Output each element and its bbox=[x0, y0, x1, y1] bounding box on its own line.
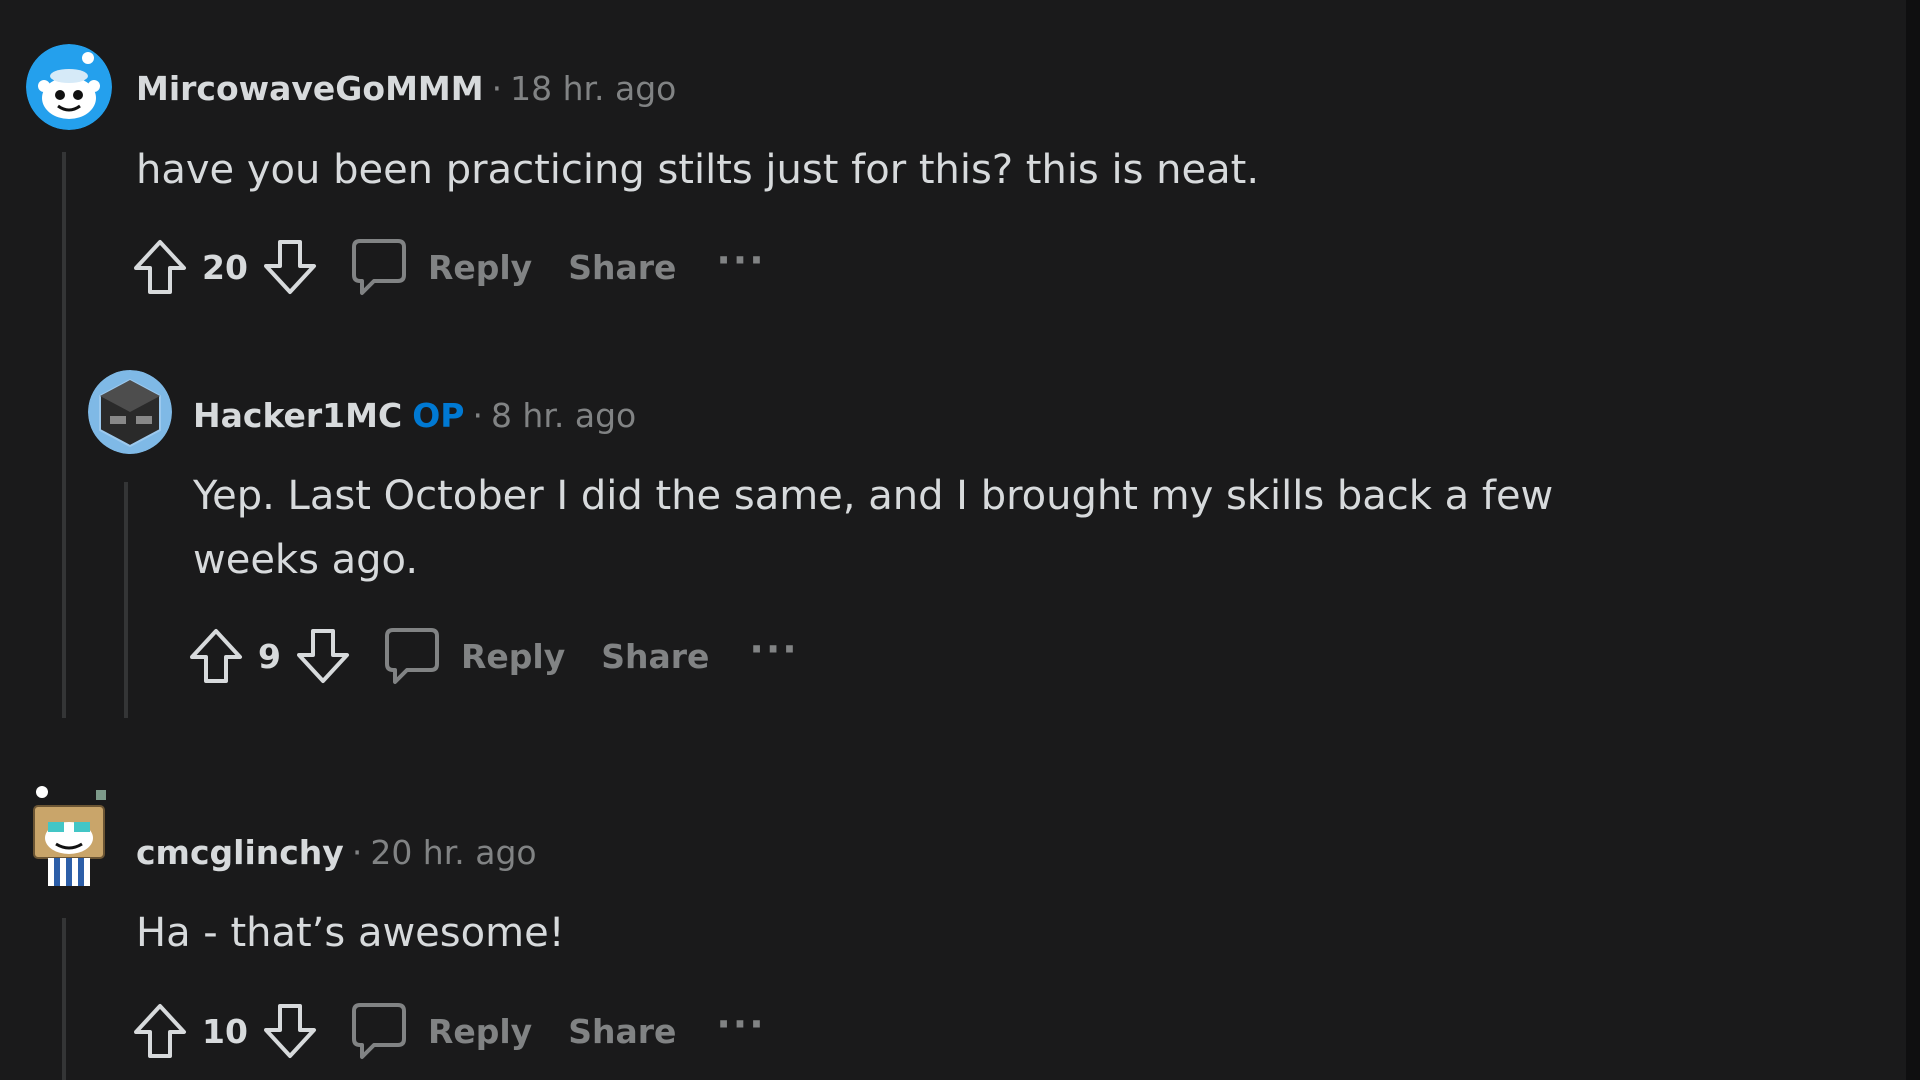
arrow-up-outline-icon bbox=[134, 240, 186, 294]
comment-meta: MircowaveGoMMM · 18 hr. ago bbox=[136, 69, 676, 109]
arrow-up-outline-icon bbox=[134, 1004, 186, 1058]
comment-body: Yep. Last October I did the same, and I … bbox=[193, 473, 1554, 583]
comment-body: Ha - that’s awesome! bbox=[136, 910, 565, 956]
arrow-down-outline-icon bbox=[263, 240, 316, 294]
comment-meta: Hacker1MC OP · 8 hr. ago bbox=[193, 396, 636, 436]
arrow-up-outline-icon bbox=[190, 629, 242, 683]
comment-meta: cmcglinchy · 20 hr. ago bbox=[136, 833, 537, 873]
speech-bubble-icon bbox=[351, 239, 406, 295]
meta-separator: · bbox=[472, 396, 483, 435]
author-name[interactable]: MircowaveGoMMM bbox=[136, 69, 484, 108]
vote-count: 20 bbox=[202, 247, 248, 287]
comment-actions: 10 Reply Share ··· bbox=[132, 999, 766, 1063]
downvote-button[interactable] bbox=[295, 627, 351, 685]
downvote-button[interactable] bbox=[262, 1002, 318, 1060]
reply-button[interactable]: Reply bbox=[350, 237, 532, 297]
thread-line-comment-1[interactable] bbox=[62, 152, 66, 718]
timestamp[interactable]: 8 hr. ago bbox=[491, 396, 636, 435]
more-options-button[interactable]: ··· bbox=[716, 1005, 765, 1043]
thread-line-comment-2[interactable] bbox=[124, 482, 128, 718]
avatar[interactable] bbox=[26, 44, 112, 130]
meta-separator: · bbox=[351, 833, 363, 872]
author-name[interactable]: Hacker1MC bbox=[193, 396, 402, 435]
timestamp[interactable]: 20 hr. ago bbox=[370, 833, 536, 872]
avatar[interactable] bbox=[88, 370, 172, 454]
share-button[interactable]: Share bbox=[601, 637, 709, 676]
vote-count: 10 bbox=[202, 1011, 248, 1051]
comment-actions: 20 Reply Share ··· bbox=[132, 235, 766, 299]
author-name[interactable]: cmcglinchy bbox=[136, 833, 344, 872]
upvote-button[interactable] bbox=[132, 238, 188, 296]
boxhead-avatar-icon bbox=[33, 786, 106, 886]
share-button[interactable]: Share bbox=[568, 248, 676, 287]
more-options-button[interactable]: ··· bbox=[716, 241, 765, 279]
comment-body: have you been practicing stilts just for… bbox=[136, 147, 1260, 193]
downvote-button[interactable] bbox=[262, 238, 318, 296]
snoo-avatar-icon bbox=[26, 44, 112, 130]
reply-label: Reply bbox=[427, 1011, 533, 1051]
upvote-button[interactable] bbox=[132, 1002, 188, 1060]
reply-button[interactable]: Reply bbox=[383, 626, 565, 686]
comment-actions: 9 Reply Share ··· bbox=[188, 624, 799, 688]
share-button[interactable]: Share bbox=[568, 1012, 676, 1051]
reply-label: Reply bbox=[460, 636, 566, 676]
meta-separator: · bbox=[491, 69, 503, 108]
timestamp[interactable]: 18 hr. ago bbox=[510, 69, 676, 108]
avatar[interactable] bbox=[26, 786, 112, 886]
scrollbar[interactable] bbox=[1906, 0, 1920, 1080]
speech-bubble-icon bbox=[384, 628, 439, 684]
speech-bubble-icon bbox=[351, 1003, 406, 1059]
thread-line-comment-3[interactable] bbox=[62, 918, 66, 1080]
arrow-down-outline-icon bbox=[263, 1004, 316, 1058]
reply-button[interactable]: Reply bbox=[350, 1001, 532, 1061]
more-options-button[interactable]: ··· bbox=[749, 630, 798, 668]
arrow-down-outline-icon bbox=[296, 629, 349, 683]
cube-avatar-icon bbox=[88, 370, 172, 454]
op-badge: OP bbox=[412, 396, 465, 435]
reply-label: Reply bbox=[427, 247, 533, 287]
upvote-button[interactable] bbox=[188, 627, 244, 685]
vote-count: 9 bbox=[258, 636, 281, 676]
